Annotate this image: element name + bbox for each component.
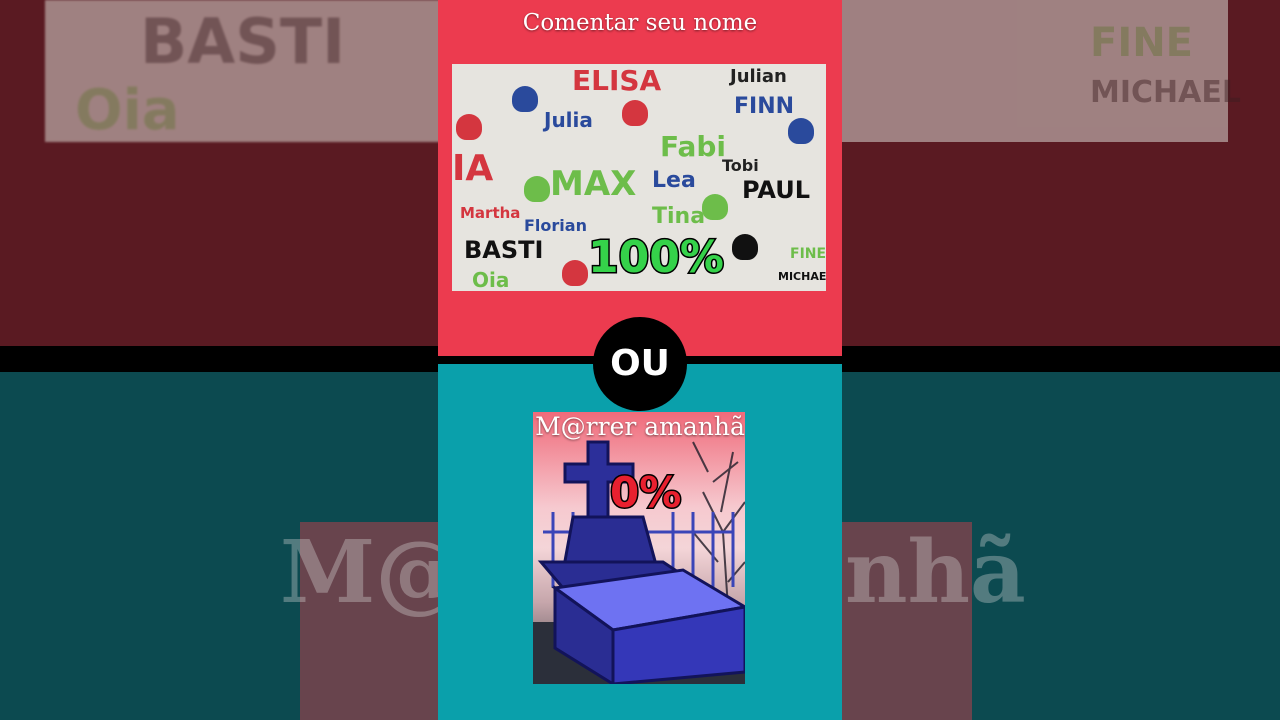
wall-name: Martha [460, 204, 521, 222]
background-word: Oia [75, 78, 180, 143]
wall-name: Lea [652, 168, 696, 193]
or-badge: OU [593, 317, 687, 411]
option-a-card[interactable]: Comentar seu nome ELISA Julian Julia FIN… [438, 0, 842, 356]
background-text: nhã [845, 522, 1026, 623]
wall-name: FINE [790, 246, 826, 262]
handprint-icon [622, 100, 648, 126]
handprint-icon [524, 176, 550, 202]
background-word: BASTI [140, 5, 346, 78]
wall-name: Tobi [722, 156, 759, 175]
handprint-icon [512, 86, 538, 112]
option-a-title: Comentar seu nome [522, 10, 758, 36]
wall-name: Florian [524, 216, 587, 235]
handprint-icon [456, 114, 482, 140]
wall-name: MICHAEL [778, 270, 826, 283]
wall-name: ELISA [572, 64, 662, 97]
wall-name: Julian [730, 66, 787, 87]
poll-panel: Comentar seu nome ELISA Julian Julia FIN… [438, 0, 842, 720]
wall-name: Tina [652, 204, 706, 229]
handprint-icon [788, 118, 814, 144]
wall-name: Julia [544, 108, 593, 132]
wall-name: PAUL [742, 176, 811, 204]
option-b-image [533, 412, 745, 684]
background-text: M@ [280, 522, 462, 623]
option-a-percent: 100% [587, 231, 726, 285]
handprint-icon [702, 194, 728, 220]
background-image-left: BASTI Oia [45, 0, 445, 143]
background-word: FINE [1090, 20, 1194, 66]
option-b-title: M@rrer amanhã [535, 412, 745, 441]
background-image-right: FINE MICHAEL [840, 0, 1241, 142]
background-word: MICHAEL [1090, 75, 1241, 110]
handprint-icon [562, 260, 588, 286]
handprint-icon [732, 234, 758, 260]
wall-name: MAX [550, 164, 637, 204]
wall-name: BASTI [464, 236, 544, 264]
wall-name: IA [452, 148, 494, 189]
option-b-percent: 0% [608, 467, 682, 519]
wall-name: Oia [472, 268, 510, 291]
or-label: OU [610, 343, 670, 384]
wall-name: Fabi [660, 130, 727, 163]
wall-name: FINN [734, 94, 795, 119]
grave-illustration [533, 440, 745, 684]
